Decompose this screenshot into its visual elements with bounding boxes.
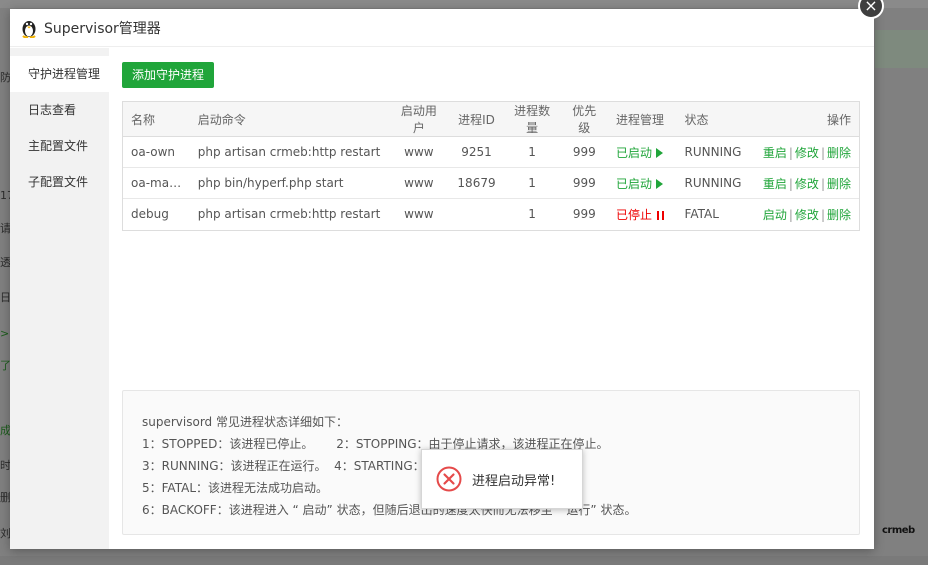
delete-link[interactable]: 删除 — [827, 146, 851, 160]
table-header-row: 名称 启动命令 启动用户 进程ID 进程数量 优先级 进程管理 状态 操作 — [123, 102, 859, 137]
cell-status: FATAL — [684, 207, 719, 222]
col-manage: 进程管理 — [607, 102, 677, 137]
col-pid: 进程ID — [449, 102, 504, 137]
separator: | — [820, 207, 825, 222]
table-row: oa-ma… php bin/hyperf.php start www 1867… — [123, 167, 859, 199]
cell-actions: 启动 | 修改 | 删除 — [755, 199, 859, 230]
col-actions: 操作 — [754, 102, 859, 137]
manage-status-label: 已启动 — [615, 176, 652, 191]
separator: | — [788, 176, 793, 191]
sidebar-item-log-view[interactable]: 日志查看 — [10, 92, 109, 128]
col-name: 名称 — [123, 102, 190, 137]
cell-priority: 999 — [572, 207, 596, 222]
cell-command: php bin/hyperf.php start — [189, 167, 389, 199]
play-icon[interactable] — [655, 147, 663, 158]
manage-status-label: 已停止 — [615, 207, 652, 222]
cell-count: 1 — [503, 167, 561, 199]
cell-user: www — [388, 136, 450, 168]
cell-name: debug — [131, 207, 169, 222]
play-icon[interactable] — [655, 178, 663, 189]
delete-link[interactable]: 删除 — [827, 177, 851, 191]
sidebar-item-main-config[interactable]: 主配置文件 — [10, 128, 109, 164]
pause-icon[interactable] — [656, 210, 664, 220]
restart-link[interactable]: 重启 — [763, 177, 787, 191]
delete-link[interactable]: 删除 — [827, 208, 851, 222]
col-count: 进程数量 — [503, 102, 561, 137]
cell-priority: 999 — [560, 167, 608, 199]
crmeb-logo: crmeb — [882, 525, 915, 536]
cell-actions: 重启 | 修改 | 删除 — [754, 167, 859, 199]
cell-status: RUNNING — [676, 167, 755, 199]
penguin-icon — [22, 20, 36, 38]
process-table: 名称 启动命令 启动用户 进程ID 进程数量 优先级 进程管理 状态 操作 oa… — [122, 101, 860, 231]
edit-link[interactable]: 修改 — [795, 208, 819, 222]
sidebar-item-sub-config[interactable]: 子配置文件 — [10, 164, 109, 200]
cell-manage[interactable]: 已启动 — [607, 167, 677, 199]
manage-status-label: 已启动 — [615, 145, 652, 160]
modal-title: Supervisor管理器 — [44, 20, 161, 37]
cell-pid — [449, 199, 503, 230]
background-header — [0, 0, 928, 8]
cell-user: www — [404, 207, 434, 222]
cell-count: 1 — [503, 136, 561, 168]
start-link[interactable]: 启动 — [763, 208, 787, 222]
error-toast: 进程启动异常! — [421, 449, 583, 509]
cell-status: RUNNING — [676, 136, 755, 168]
sidebar: 守护进程管理 日志查看 主配置文件 子配置文件 — [10, 48, 109, 549]
col-command: 启动命令 — [189, 102, 389, 137]
help-line: supervisord 常见进程状态详细如下： — [142, 415, 348, 429]
col-user: 启动用户 — [388, 102, 450, 137]
cell-manage[interactable]: 已启动 — [607, 136, 677, 168]
col-priority: 优先级 — [560, 102, 608, 137]
add-process-button[interactable]: 添加守护进程 — [122, 62, 215, 88]
cell-command: php artisan crmeb:http restart — [197, 207, 381, 222]
col-status: 状态 — [676, 102, 755, 137]
cell-pid: 9251 — [449, 136, 504, 168]
cell-count: 1 — [528, 207, 536, 222]
cell-actions: 重启 | 修改 | 删除 — [754, 136, 859, 168]
separator: | — [788, 207, 793, 222]
error-circle-icon — [436, 466, 462, 492]
cell-user: www — [388, 167, 450, 199]
cell-name: oa-ma… — [123, 167, 190, 199]
separator: | — [820, 145, 825, 160]
sidebar-item-process-manage[interactable]: 守护进程管理 — [10, 56, 109, 92]
modal-header: Supervisor管理器 — [10, 9, 874, 47]
table-row: debug php artisan crmeb:http restart www… — [123, 199, 859, 230]
edit-link[interactable]: 修改 — [795, 146, 819, 160]
edit-link[interactable]: 修改 — [795, 177, 819, 191]
cell-command: php artisan crmeb:http restart — [189, 136, 389, 168]
cell-priority: 999 — [560, 136, 608, 168]
separator: | — [788, 145, 793, 160]
table-row: oa-own php artisan crmeb:http restart ww… — [123, 136, 859, 168]
cell-pid: 18679 — [449, 167, 504, 199]
background-panel — [875, 30, 928, 68]
restart-link[interactable]: 重启 — [763, 146, 787, 160]
background-footer — [0, 556, 928, 565]
toast-message: 进程启动异常! — [472, 473, 556, 489]
cell-name: oa-own — [123, 136, 190, 168]
separator: | — [820, 176, 825, 191]
cell-manage[interactable]: 已停止 — [608, 199, 677, 230]
